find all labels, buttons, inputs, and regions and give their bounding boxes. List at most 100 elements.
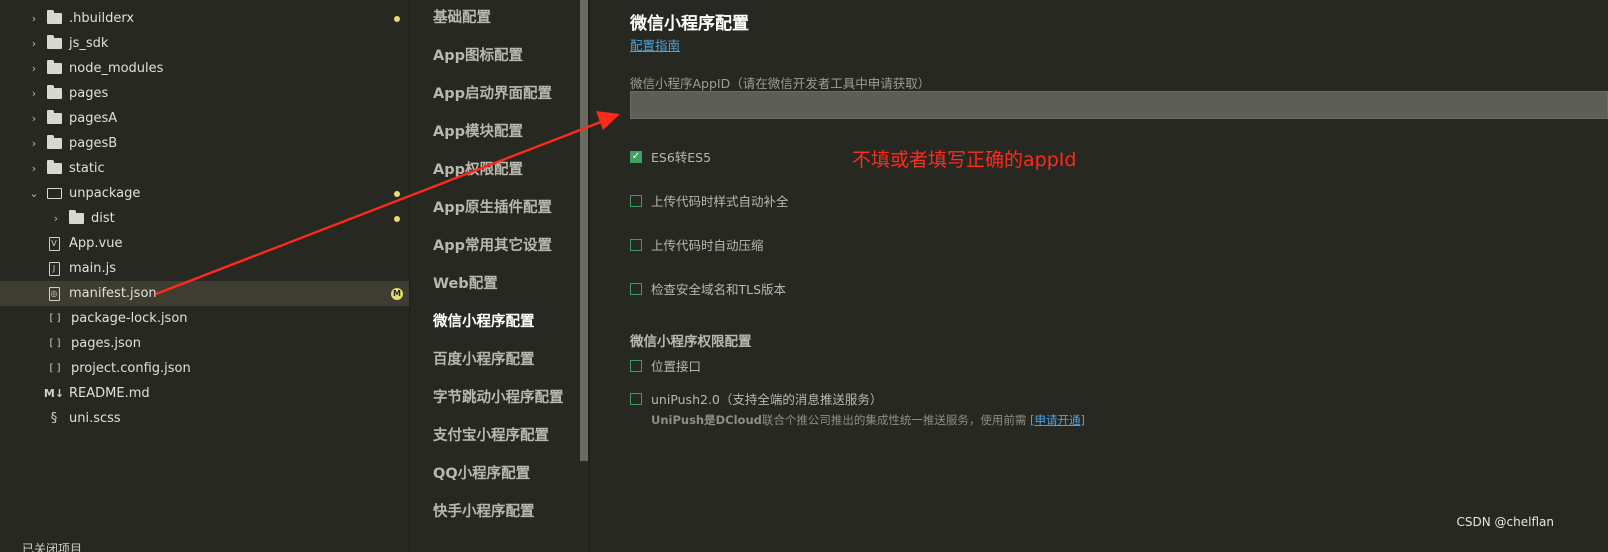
tree-item[interactable]: § uni.scss bbox=[0, 406, 409, 431]
folder-icon bbox=[46, 135, 62, 152]
unipush-desc-brand: UniPush是DCloud bbox=[651, 413, 762, 427]
unipush-desc-text: 联合个推公司推出的集成性统一推送服务，使用前需 bbox=[761, 413, 1027, 427]
folder-icon bbox=[46, 60, 62, 77]
closed-projects-label[interactable]: 已关闭项目 bbox=[22, 540, 82, 552]
modified-dot-icon bbox=[394, 190, 400, 197]
modified-dot-icon bbox=[394, 215, 400, 222]
tree-item[interactable]: › pagesB bbox=[0, 131, 409, 156]
checkbox[interactable] bbox=[630, 238, 642, 251]
checkbox[interactable] bbox=[630, 359, 642, 372]
manifest-file-icon: ◎ bbox=[46, 286, 62, 302]
tree-item[interactable]: › .hbuilderx bbox=[0, 6, 409, 31]
tree-item-label: manifest.json bbox=[69, 286, 157, 301]
tree-item-label: node_modules bbox=[69, 61, 164, 76]
chevron-down-icon[interactable]: ⌄ bbox=[28, 187, 40, 200]
chevron-right-icon[interactable]: › bbox=[28, 87, 40, 100]
nav-item[interactable]: 快手小程序配置 bbox=[433, 500, 535, 521]
scss-file-icon: § bbox=[50, 411, 58, 426]
nav-item[interactable]: App图标配置 bbox=[433, 44, 523, 65]
checkbox-label: 上传代码时自动压缩 bbox=[651, 238, 764, 253]
unipush-description: UniPush是DCloud联合个推公司推出的集成性统一推送服务，使用前需 [申… bbox=[651, 412, 1085, 428]
tree-item-label: pages bbox=[69, 86, 109, 101]
tree-item-label: static bbox=[69, 161, 105, 176]
nav-item[interactable]: QQ小程序配置 bbox=[433, 462, 530, 483]
tree-item[interactable]: › static bbox=[0, 156, 409, 181]
nav-item[interactable]: App模块配置 bbox=[433, 120, 523, 141]
modified-badge: M bbox=[391, 287, 403, 300]
tree-item-label: README.md bbox=[69, 386, 150, 401]
nav-item[interactable]: 支付宝小程序配置 bbox=[433, 424, 549, 445]
tree-item-label: dist bbox=[91, 211, 115, 226]
chevron-right-icon[interactable]: › bbox=[28, 112, 40, 125]
chevron-right-icon[interactable]: › bbox=[28, 62, 40, 75]
tree-item-label: package-lock.json bbox=[71, 311, 188, 326]
nav-scrollbar[interactable] bbox=[580, 0, 588, 461]
tree-item-label: unpackage bbox=[69, 186, 141, 201]
nav-item[interactable]: App原生插件配置 bbox=[433, 196, 552, 217]
config-guide-link[interactable]: 配置指南 bbox=[630, 35, 680, 54]
appid-label: 微信小程序AppID（请在微信开发者工具中申请获取） bbox=[630, 76, 931, 91]
folder-icon bbox=[46, 160, 62, 177]
appid-input[interactable] bbox=[630, 91, 1608, 119]
nav-item[interactable]: App常用其它设置 bbox=[433, 234, 552, 255]
json-file-icon: [ ] bbox=[49, 338, 61, 349]
tree-item[interactable]: M↓ README.md bbox=[0, 381, 409, 406]
checkbox[interactable] bbox=[630, 392, 642, 405]
chevron-right-icon[interactable]: › bbox=[50, 212, 62, 225]
folder-icon bbox=[46, 85, 62, 102]
permission-option[interactable]: uniPush2.0（支持全端的消息推送服务） bbox=[630, 389, 882, 408]
nav-item[interactable]: 基础配置 bbox=[433, 6, 491, 27]
checkbox-label: ES6转ES5 bbox=[651, 150, 712, 165]
checkbox-label: uniPush2.0（支持全端的消息推送服务） bbox=[651, 392, 883, 407]
tree-item[interactable]: [ ] pages.json bbox=[0, 331, 409, 356]
tree-item[interactable]: › dist bbox=[0, 206, 409, 231]
tree-item[interactable]: › pages bbox=[0, 81, 409, 106]
checkbox[interactable] bbox=[630, 282, 642, 295]
nav-item[interactable]: App启动界面配置 bbox=[433, 82, 552, 103]
build-option[interactable]: 上传代码时样式自动补全 bbox=[630, 191, 789, 210]
chevron-right-icon[interactable]: › bbox=[28, 162, 40, 175]
tree-item-label: js_sdk bbox=[69, 36, 109, 51]
build-option[interactable]: 检查安全域名和TLS版本 bbox=[630, 279, 786, 298]
tree-item[interactable]: ⌄ unpackage bbox=[0, 181, 409, 206]
tree-item[interactable]: › node_modules bbox=[0, 56, 409, 81]
nav-item[interactable]: 字节跳动小程序配置 bbox=[433, 386, 564, 407]
page-title: 微信小程序配置 bbox=[630, 14, 749, 34]
nav-item[interactable]: App权限配置 bbox=[433, 158, 523, 179]
tree-item[interactable]: ◎ manifest.json M bbox=[0, 281, 409, 306]
checkbox[interactable] bbox=[630, 194, 642, 207]
folder-icon bbox=[68, 210, 84, 227]
build-option[interactable]: ES6转ES5 bbox=[630, 147, 711, 166]
checkbox-label: 位置接口 bbox=[651, 359, 702, 374]
tree-item[interactable]: [ ] project.config.json bbox=[0, 356, 409, 381]
checkbox-label: 上传代码时样式自动补全 bbox=[651, 194, 789, 209]
watermark: CSDN @chelflan bbox=[1456, 515, 1554, 529]
chevron-right-icon[interactable]: › bbox=[28, 12, 40, 25]
tree-item-label: main.js bbox=[69, 261, 116, 276]
js-file-icon: J bbox=[46, 261, 62, 277]
build-option[interactable]: 上传代码时自动压缩 bbox=[630, 235, 764, 254]
folder-icon bbox=[46, 35, 62, 52]
permissions-section-title: 微信小程序权限配置 bbox=[630, 334, 752, 350]
tree-item[interactable]: [ ] package-lock.json bbox=[0, 306, 409, 331]
chevron-right-icon[interactable]: › bbox=[28, 137, 40, 150]
permission-option[interactable]: 位置接口 bbox=[630, 356, 701, 375]
tree-item-label: pagesB bbox=[69, 136, 118, 151]
markdown-file-icon: M↓ bbox=[43, 387, 65, 400]
folder-icon bbox=[46, 110, 62, 127]
tree-item[interactable]: Jmain.js bbox=[0, 256, 409, 281]
tree-item[interactable]: V App.vue bbox=[0, 231, 409, 256]
apply-unipush-link[interactable]: [申请开通] bbox=[1030, 413, 1085, 427]
chevron-right-icon[interactable]: › bbox=[28, 37, 40, 50]
tree-item[interactable]: › js_sdk bbox=[0, 31, 409, 56]
tree-item-label: pages.json bbox=[71, 336, 141, 351]
tree-item[interactable]: › pagesA bbox=[0, 106, 409, 131]
nav-item[interactable]: Web配置 bbox=[433, 272, 498, 293]
checkbox-label: 检查安全域名和TLS版本 bbox=[651, 282, 787, 297]
checkbox[interactable] bbox=[630, 150, 642, 163]
tree-item-label: project.config.json bbox=[71, 361, 191, 376]
nav-item[interactable]: 百度小程序配置 bbox=[433, 348, 535, 369]
nav-item[interactable]: 微信小程序配置 bbox=[433, 310, 535, 331]
tree-item-label: App.vue bbox=[69, 236, 123, 251]
vue-file-icon: V bbox=[46, 236, 62, 252]
